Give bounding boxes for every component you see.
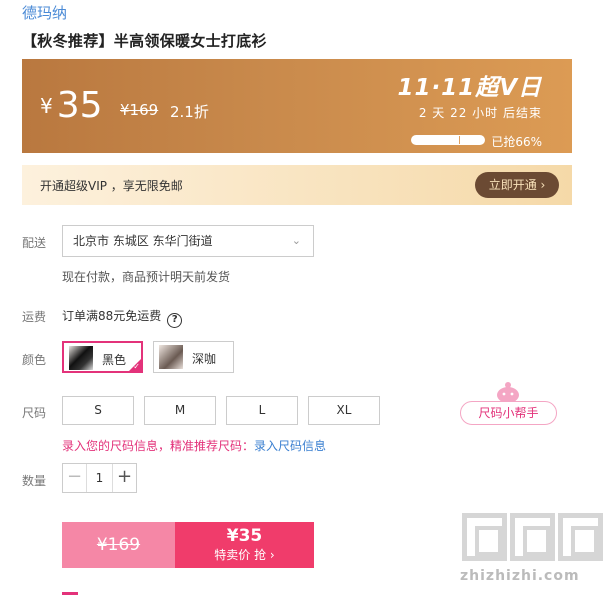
color-label: 颜色 <box>22 353 47 367</box>
buy-sale-price: ¥35 <box>226 526 263 546</box>
buy-original-price[interactable]: ¥169 <box>62 522 175 568</box>
color-option-label: 黑色 <box>102 353 127 367</box>
chevron-down-icon: ⌄ <box>291 234 301 247</box>
color-option-black[interactable]: 黑色 ✓ <box>62 341 143 373</box>
check-icon: ✓ <box>133 362 140 371</box>
quantity-stepper: − 1 + <box>62 463 137 493</box>
color-thumbnail <box>69 346 93 370</box>
buy-label: 特卖价 抢 › <box>214 548 275 562</box>
watermark-glyph <box>462 513 507 561</box>
quantity-decrease-button[interactable]: − <box>63 464 87 492</box>
sold-percent: 已抢66% <box>491 135 542 149</box>
delivery-label: 配送 <box>22 236 47 250</box>
help-icon[interactable]: ? <box>167 313 183 328</box>
freight-info: 订单满88元免运费? <box>62 307 183 328</box>
freight-label: 运费 <box>22 310 47 324</box>
size-option-m[interactable]: M <box>144 396 216 425</box>
vip-text: 开通超级VIP ，享无限免邮 <box>40 179 183 193</box>
quantity-increase-button[interactable]: + <box>112 464 136 492</box>
product-title: 【秋冬推荐】半高领保暖女士打底衫 <box>22 32 267 50</box>
color-thumbnail <box>159 345 183 369</box>
watermark-glyph <box>510 513 555 561</box>
freight-text: 订单满88元免运费 <box>62 309 162 323</box>
sold-progress-bar <box>411 135 485 145</box>
promo-discount: 2.1折 <box>170 103 209 121</box>
size-label: 尺码 <box>22 406 47 420</box>
color-option-label: 深咖 <box>192 352 217 366</box>
size-tip: 录入您的尺码信息，精准推荐尺码：录入尺码信息 <box>62 437 326 454</box>
promo-original-price: ¥169 <box>120 101 159 119</box>
shipping-note: 现在付款，商品预计明天前发货 <box>62 270 231 284</box>
color-option-dark-brown[interactable]: 深咖 <box>153 341 234 373</box>
promo-current-price: ¥35 <box>40 85 103 126</box>
brand-name[interactable]: 德玛纳 <box>22 2 67 23</box>
countdown-text: 2 天 22 小时 后结束 <box>418 106 542 120</box>
quantity-input[interactable]: 1 <box>87 464 112 492</box>
size-option-l[interactable]: L <box>226 396 298 425</box>
size-option-s[interactable]: S <box>62 396 134 425</box>
buy-now-button[interactable]: ¥35 特卖价 抢 › <box>175 522 314 568</box>
sold-progress-fill <box>412 136 460 144</box>
vip-open-button[interactable]: 立即开通 › <box>475 172 559 198</box>
quantity-label: 数量 <box>22 474 47 488</box>
watermark-glyph <box>558 513 603 561</box>
address-value: 北京市 东城区 东华门街道 <box>73 234 213 248</box>
watermark-text: zhizhizhi.com <box>460 568 580 584</box>
size-tip-text: 录入您的尺码信息，精准推荐尺码： <box>62 439 255 453</box>
size-helper-button[interactable]: 尺码小帮手 <box>460 401 557 425</box>
size-option-xl[interactable]: XL <box>308 396 380 425</box>
vip-banner: 开通超级VIP ，享无限免邮 立即开通 › <box>22 165 572 205</box>
promo-banner: ¥35 ¥169 2.1折 11·11超V日 2 天 22 小时 后结束 已抢6… <box>22 59 572 153</box>
address-select[interactable]: 北京市 东城区 东华门街道 ⌄ <box>62 225 314 257</box>
size-info-link[interactable]: 录入尺码信息 <box>254 439 326 453</box>
event-logo: 11·11超V日 <box>397 75 542 101</box>
